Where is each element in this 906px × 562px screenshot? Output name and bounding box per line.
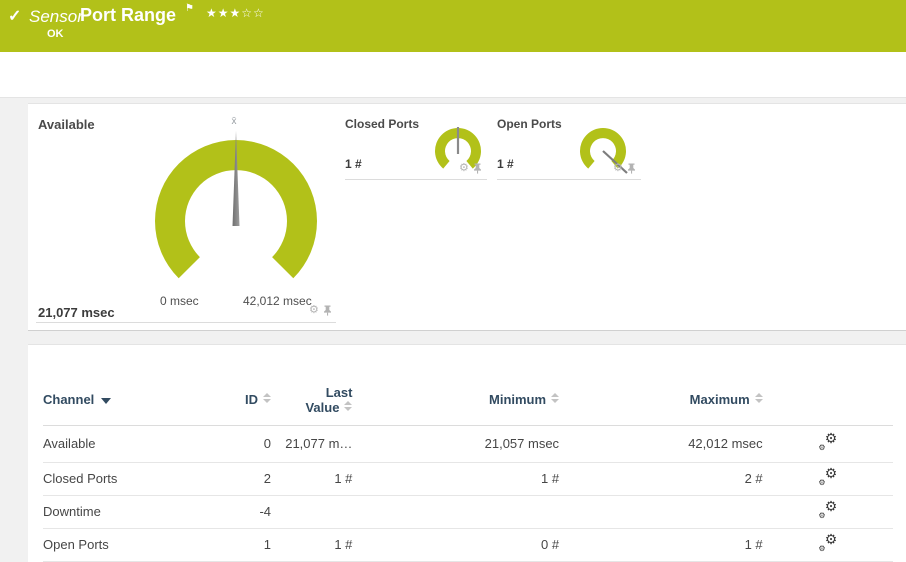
gauges-panel: Available x̄ 0 msec 42,012 msec 21,077 m…	[28, 103, 906, 331]
channel-last-value	[271, 495, 353, 529]
channel-id: 0	[185, 425, 271, 463]
channels-panel: Channel ID Last Value Minimum Maximum Av…	[28, 344, 906, 562]
sort-icon	[754, 393, 763, 404]
pin-icon[interactable]	[627, 163, 636, 174]
main-gauge-tools: ⚙	[309, 305, 332, 316]
id-header-label: ID	[245, 392, 258, 408]
channel-settings-gears-icon[interactable]: ⚙ ⚙	[818, 431, 837, 452]
main-gauge-min-label: 0 msec	[160, 294, 199, 308]
channel-name: Downtime	[43, 495, 186, 529]
column-header-maximum[interactable]: Maximum	[559, 375, 763, 426]
tab-bar: Overview Live Data 2 days 30 days 365 da…	[0, 52, 906, 147]
channel-minimum	[352, 495, 560, 529]
gear-icon[interactable]: ⚙	[309, 305, 319, 316]
stars-filled[interactable]: ★★★	[206, 6, 241, 20]
last-value-header-line2: Value	[305, 399, 340, 415]
status-badge: OK	[47, 28, 64, 40]
channel-maximum: 42,012 msec	[559, 425, 763, 463]
column-header-id[interactable]: ID	[185, 375, 271, 426]
minimum-header-label: Minimum	[489, 392, 547, 408]
prtg-sensor-page: ✓ Sensor Port Range ⚑ ★★★☆☆ OK Overview …	[0, 0, 906, 562]
main-gauge-max-label: 42,012 msec	[243, 294, 312, 308]
main-gauge-value: 21,077 msec	[38, 305, 115, 320]
stars-empty[interactable]: ☆☆	[241, 6, 265, 20]
table-header-row: Channel ID Last Value Minimum Maximum	[43, 375, 893, 426]
table-row[interactable]: Available 0 21,077 m… 21,057 msec 42,012…	[43, 425, 893, 463]
sort-icon	[344, 400, 353, 411]
sensor-header: ✓ Sensor Port Range ⚑ ★★★☆☆ OK	[0, 0, 906, 52]
channel-minimum: 0 #	[352, 528, 560, 562]
sensor-title: Port Range	[80, 5, 177, 25]
closed-ports-tools: ⚙	[459, 163, 482, 174]
channel-id: -4	[185, 495, 271, 529]
channel-maximum: 2 #	[559, 462, 763, 496]
open-ports-divider	[497, 179, 641, 180]
channel-id: 1	[185, 528, 271, 562]
maximum-header-label: Maximum	[689, 392, 750, 408]
channels-table: Channel ID Last Value Minimum Maximum Av…	[43, 375, 893, 562]
channel-settings-gears-icon[interactable]: ⚙ ⚙	[818, 466, 837, 487]
pin-icon[interactable]	[323, 305, 332, 316]
last-value-header-line1: Last	[325, 384, 353, 400]
channel-maximum	[559, 495, 763, 529]
priority-stars[interactable]: ★★★☆☆	[206, 6, 265, 20]
channel-name: Available	[43, 425, 186, 463]
flag-icon[interactable]: ⚑	[185, 3, 194, 14]
channel-settings-gears-icon[interactable]: ⚙ ⚙	[818, 532, 837, 553]
channel-name: Closed Ports	[43, 462, 186, 496]
gear-icon[interactable]: ⚙	[459, 163, 469, 174]
column-header-channel[interactable]: Channel	[43, 375, 186, 426]
channel-last-value: 1 #	[271, 528, 353, 562]
channel-settings-gears-icon[interactable]: ⚙ ⚙	[818, 499, 837, 520]
channel-last-value: 21,077 m…	[271, 425, 353, 463]
main-gauge-divider	[36, 322, 336, 323]
channel-minimum: 21,057 msec	[352, 425, 560, 463]
gear-icon[interactable]: ⚙	[613, 163, 623, 174]
open-ports-label: Open Ports	[497, 117, 562, 131]
sensor-type-label: Sensor	[29, 7, 83, 26]
available-gauge	[155, 131, 317, 279]
table-row[interactable]: Downtime -4 ⚙ ⚙	[43, 495, 893, 529]
column-header-last-value[interactable]: Last Value	[271, 375, 353, 426]
channel-name: Open Ports	[43, 528, 186, 562]
sort-icon	[263, 393, 271, 404]
open-ports-value: 1 #	[497, 157, 514, 171]
table-row[interactable]: Open Ports 1 1 # 0 # 1 # ⚙ ⚙	[43, 528, 893, 562]
channel-last-value: 1 #	[271, 462, 353, 496]
channel-minimum: 1 #	[352, 462, 560, 496]
closed-ports-value: 1 #	[345, 157, 362, 171]
sort-icon	[551, 393, 560, 404]
closed-ports-label: Closed Ports	[345, 117, 420, 131]
channel-maximum: 1 #	[559, 528, 763, 562]
column-header-minimum[interactable]: Minimum	[352, 375, 560, 426]
pin-icon[interactable]	[473, 163, 482, 174]
main-gauge-label: Available	[38, 117, 95, 132]
column-header-actions	[762, 375, 893, 426]
ok-check-icon: ✓	[8, 8, 22, 25]
open-ports-tools: ⚙	[613, 163, 636, 174]
channel-header-label: Channel	[43, 392, 95, 408]
table-row[interactable]: Closed Ports 2 1 # 1 # 2 # ⚙ ⚙	[43, 462, 893, 496]
sort-desc-icon	[101, 397, 112, 404]
closed-ports-divider	[345, 179, 487, 180]
channel-id: 2	[185, 462, 271, 496]
